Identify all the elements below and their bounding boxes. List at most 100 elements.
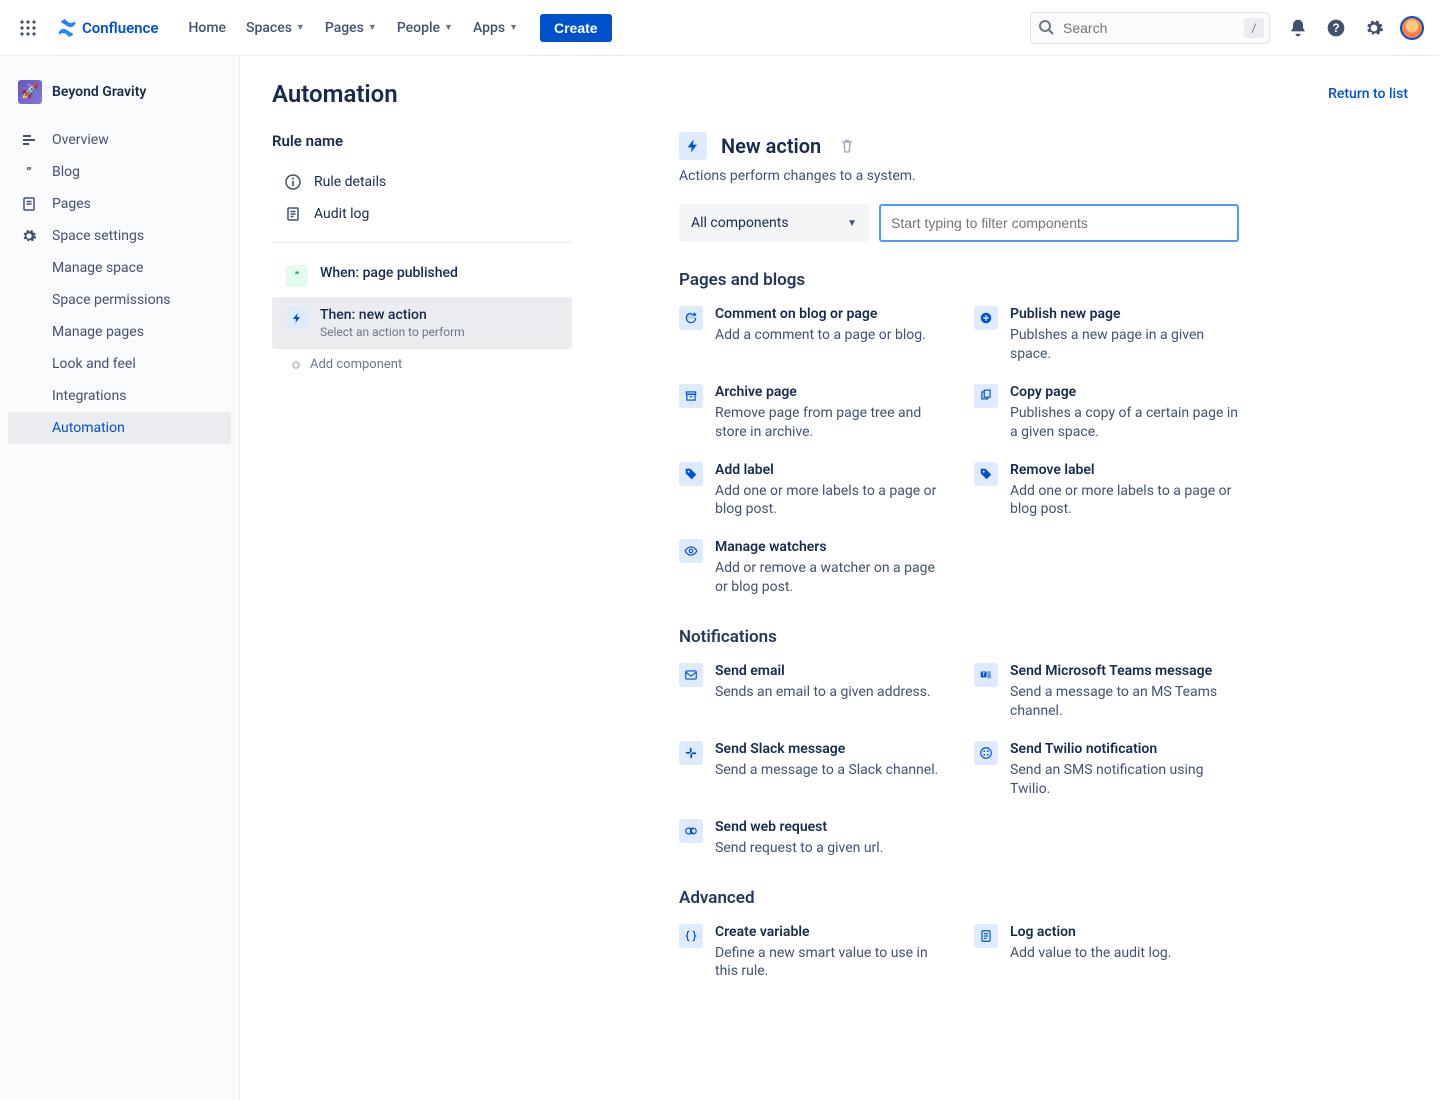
action-send-email[interactable]: Send emailSends an email to a given addr… <box>679 663 944 721</box>
audit-log-label: Audit log <box>314 206 369 222</box>
action-copy-page[interactable]: Copy pagePublishes a copy of a certain p… <box>974 384 1239 442</box>
search-icon <box>1038 19 1054 35</box>
action-step[interactable]: Then: new action Select an action to per… <box>272 297 572 349</box>
action-send-slack-message[interactable]: Send Slack messageSend a message to a Sl… <box>679 741 944 799</box>
section-heading: Pages and blogs <box>679 270 1239 290</box>
dropdown-label: All components <box>691 215 789 231</box>
return-to-list-link[interactable]: Return to list <box>1328 86 1408 102</box>
nav-item-home[interactable]: Home <box>178 14 236 42</box>
action-picker-panel: New action Actions perform changes to a … <box>679 132 1239 1011</box>
sidebar-subitem-integrations[interactable]: Integrations <box>8 380 231 412</box>
action-description: Publshes a new page in a given space. <box>1010 326 1239 364</box>
slack-icon <box>679 741 703 765</box>
search-input[interactable] <box>1030 12 1270 44</box>
log-icon <box>974 924 998 948</box>
nav-item-pages[interactable]: Pages▼ <box>315 14 387 42</box>
action-description: Send an SMS notification using Twilio. <box>1010 761 1239 799</box>
action-add-label[interactable]: Add labelAdd one or more labels to a pag… <box>679 462 944 520</box>
action-publish-new-page[interactable]: Publish new pagePublshes a new page in a… <box>974 306 1239 364</box>
action-send-web-request[interactable]: Send web requestSend request to a given … <box>679 819 944 858</box>
comment-icon <box>679 306 703 330</box>
trigger-step[interactable]: ” When: page published <box>272 255 572 297</box>
action-remove-label[interactable]: Remove label Add one or more labels to a … <box>974 462 1239 520</box>
action-title: Log action <box>1010 924 1171 940</box>
sidebar-item-overview[interactable]: Overview <box>8 124 231 156</box>
audit-icon <box>284 206 302 222</box>
section-heading: Notifications <box>679 627 1239 647</box>
sidebar-item-pages[interactable]: Pages <box>8 188 231 220</box>
page-title: Automation <box>272 80 398 108</box>
sidebar-subitem-space-permissions[interactable]: Space permissions <box>8 284 231 316</box>
action-title: Send Slack message <box>715 741 938 757</box>
action-title: Copy page <box>1010 384 1239 400</box>
action-description: Add one or more labels to a page or blog… <box>1010 482 1239 520</box>
action-log-action[interactable]: Log action Add value to the audit log. <box>974 924 1239 982</box>
action-manage-watchers[interactable]: Manage watchersAdd or remove a watcher o… <box>679 539 944 597</box>
copy-icon <box>974 384 998 408</box>
section-heading: Advanced <box>679 888 1239 908</box>
action-title: Send Twilio notification <box>1010 741 1239 757</box>
delete-action-icon[interactable] <box>839 138 855 154</box>
app-switcher-icon[interactable] <box>12 12 44 44</box>
trigger-icon: ” <box>286 265 308 287</box>
search-box[interactable]: / <box>1030 12 1270 44</box>
label-icon <box>974 462 998 486</box>
plus-icon <box>974 306 998 330</box>
add-component-label: Add component <box>310 357 402 372</box>
action-grid: Send emailSends an email to a given addr… <box>679 663 1239 857</box>
sidebar-item-label: Pages <box>52 196 91 212</box>
add-component-row[interactable]: Add component <box>272 349 572 380</box>
help-icon[interactable]: ? <box>1320 12 1352 44</box>
action-title: Comment on blog or page <box>715 306 926 322</box>
sidebar-item-label: Manage pages <box>52 324 144 340</box>
action-title: Send web request <box>715 819 883 835</box>
action-send-twilio-notification[interactable]: Send Twilio notification Send an SMS noti… <box>974 741 1239 799</box>
top-nav: Confluence HomeSpaces▼Pages▼People▼Apps▼… <box>0 0 1440 56</box>
action-icon <box>286 307 308 329</box>
action-description: Add value to the audit log. <box>1010 944 1171 963</box>
notifications-icon[interactable] <box>1282 12 1314 44</box>
action-send-microsoft-teams-message[interactable]: TSend Microsoft Teams messageSend a mess… <box>974 663 1239 721</box>
action-title: Remove label <box>1010 462 1239 478</box>
teams-icon: T <box>974 663 998 687</box>
sidebar-item-space-settings[interactable]: Space settings <box>8 220 231 252</box>
label-icon <box>679 462 703 486</box>
action-archive-page[interactable]: Archive pageRemove page from page tree a… <box>679 384 944 442</box>
nav-item-label: Pages <box>325 20 364 36</box>
audit-log-row[interactable]: Audit log <box>272 198 572 230</box>
filter-components-input[interactable] <box>879 204 1239 242</box>
rule-structure-column: Rule name Rule details Audit log ” When:… <box>272 132 572 1011</box>
nav-item-apps[interactable]: Apps▼ <box>463 14 528 42</box>
sidebar-item-label: Overview <box>52 132 109 148</box>
action-title: Create variable <box>715 924 944 940</box>
create-button[interactable]: Create <box>540 14 612 42</box>
nav-item-label: People <box>397 20 440 36</box>
sidebar-subitem-manage-pages[interactable]: Manage pages <box>8 316 231 348</box>
sidebar-subitem-manage-space[interactable]: Manage space <box>8 252 231 284</box>
avatar[interactable] <box>1396 12 1428 44</box>
web-icon <box>679 819 703 843</box>
sidebar: 🚀 Beyond Gravity Overview ”Blog Pages Space… <box>0 56 240 1100</box>
components-dropdown[interactable]: All components ▼ <box>679 204 869 242</box>
info-icon <box>284 174 302 190</box>
sidebar-subitem-automation[interactable]: Automation <box>8 412 231 444</box>
confluence-logo[interactable]: Confluence <box>48 17 166 39</box>
panel-bolt-icon <box>679 132 707 160</box>
svg-text:”: ” <box>26 166 31 180</box>
space-header[interactable]: 🚀 Beyond Gravity <box>8 72 231 124</box>
rule-details-label: Rule details <box>314 174 386 190</box>
action-description: Send a message to an MS Teams channel. <box>1010 683 1239 721</box>
nav-item-label: Apps <box>473 20 505 36</box>
mail-icon <box>679 663 703 687</box>
action-comment-on-blog-or-page[interactable]: Comment on blog or pageAdd a comment to … <box>679 306 944 364</box>
sidebar-item-label: Automation <box>52 420 125 436</box>
action-create-variable[interactable]: Create variableDefine a new smart value … <box>679 924 944 982</box>
sidebar-subitem-look-and-feel[interactable]: Look and feel <box>8 348 231 380</box>
nav-item-spaces[interactable]: Spaces▼ <box>236 14 315 42</box>
rule-details-row[interactable]: Rule details <box>272 166 572 198</box>
settings-icon[interactable] <box>1358 12 1390 44</box>
sidebar-item-blog[interactable]: ”Blog <box>8 156 231 188</box>
archive-icon <box>679 384 703 408</box>
sidebar-item-label: Space settings <box>52 228 144 244</box>
nav-item-people[interactable]: People▼ <box>387 14 463 42</box>
